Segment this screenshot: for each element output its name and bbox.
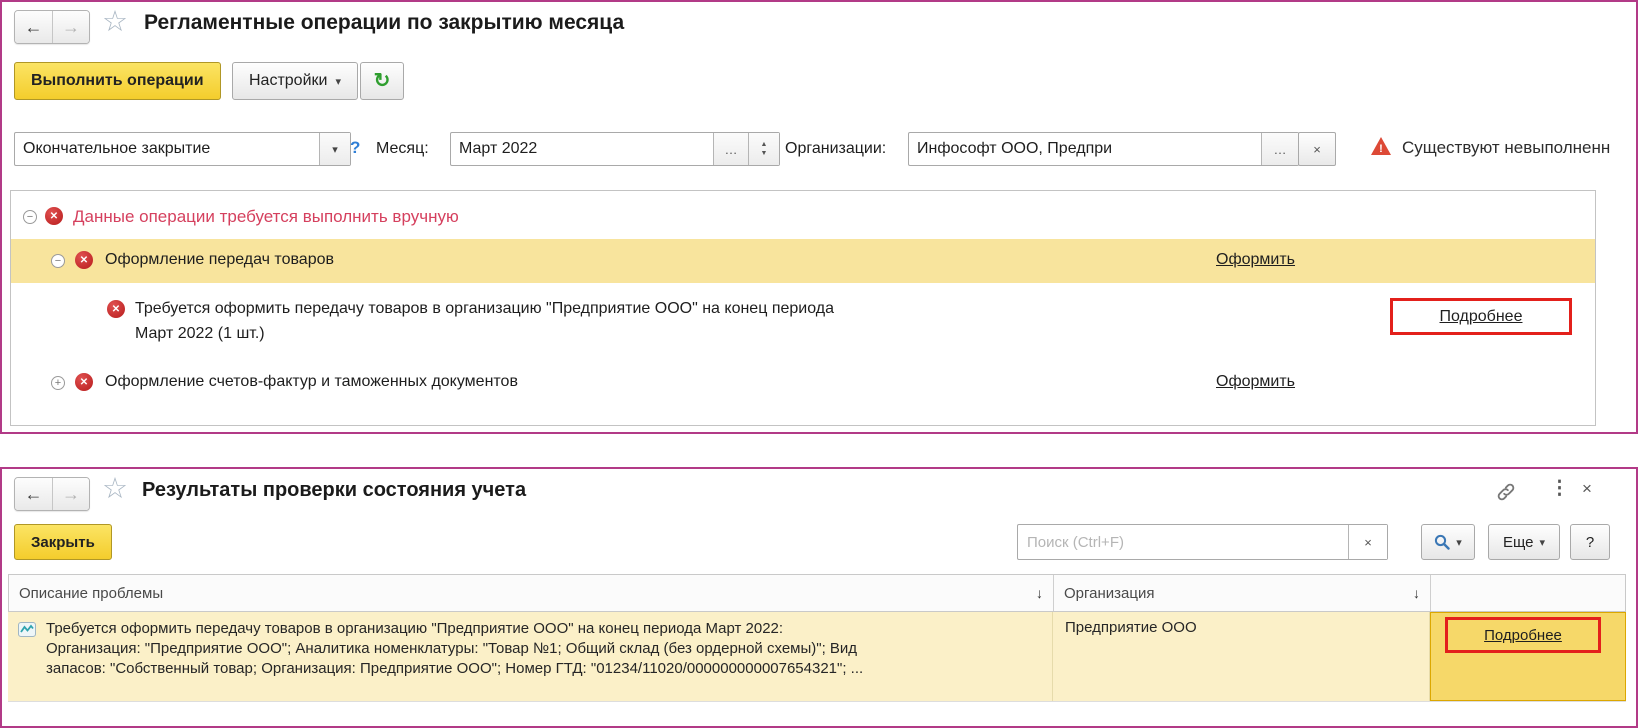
tree-row-transfer-label: Оформление передач товаров [105,251,334,269]
more-actions-button[interactable]: Еще ▾ [1488,524,1560,560]
forward-button[interactable]: → [52,11,89,43]
run-operations-button[interactable]: Выполнить операции [14,62,221,100]
report-icon [18,622,36,637]
search-clear-button[interactable]: × [1348,525,1387,559]
clear-x-icon: × [1313,142,1321,157]
back-button[interactable]: ← [15,478,52,510]
description-line3: запасов: "Собственный товар; Организация… [46,659,1044,679]
back-arrow-icon: ← [25,17,43,38]
window-month-closing: ← → ☆ Регламентные операции по закрытию … [0,0,1638,434]
tree-group-row[interactable]: − ✕ Данные операции требуется выполнить … [11,199,1595,235]
favorite-star-icon[interactable]: ☆ [102,475,128,504]
favorite-star-icon[interactable]: ☆ [102,8,128,37]
chevron-down-icon: ▾ [335,75,341,88]
window-title: Результаты проверки состояния учета [142,479,526,502]
search-button[interactable]: ▾ [1421,524,1475,560]
detail-text-line1: Требуется оформить передачу товаров в ор… [135,296,834,321]
closing-type-select[interactable]: Окончательное закрытие ▾ [14,132,351,166]
search-input[interactable] [1018,525,1348,559]
collapse-icon[interactable]: − [51,254,65,268]
settings-button-label: Настройки [249,72,327,90]
ellipsis-icon: … [725,142,738,157]
closing-type-value: Окончательное закрытие [15,133,319,165]
chevron-down-icon: ▾ [1540,536,1546,549]
search-field-group: × [1017,524,1388,560]
collapse-icon[interactable]: − [23,210,37,224]
month-label: Месяц: [376,140,429,158]
table-row[interactable]: Требуется оформить передачу товаров в ор… [8,612,1626,702]
description-line2: Организация: "Предприятие ООО"; Аналитик… [46,639,1044,659]
sort-down-icon[interactable]: ↓ [1413,585,1420,601]
search-icon [1434,534,1450,550]
spin-up-icon[interactable]: ▲ [761,141,768,148]
warning-text: Существуют невыполненн [1402,138,1610,158]
settings-button[interactable]: Настройки ▾ [232,62,358,100]
close-button[interactable]: Закрыть [14,524,112,560]
error-icon: ✕ [75,373,93,391]
column-header-actions [1431,575,1625,611]
annotation-red-box: Подробнее [1390,298,1572,335]
tree-group-label: Данные операции требуется выполнить вруч… [73,207,459,227]
execute-link[interactable]: Оформить [1216,251,1295,269]
organizations-label: Организации: [785,140,886,158]
organizations-clear-button[interactable]: × [1298,132,1336,166]
cell-details-selected[interactable]: Подробнее [1430,612,1626,701]
organizations-input[interactable]: Инфософт ООО, Предпри [909,133,1261,165]
nav-history-group: ← → [14,477,90,511]
expand-icon[interactable]: + [51,376,65,390]
chevron-down-icon[interactable]: ▾ [319,133,350,165]
window-title: Регламентные операции по закрытию месяца [144,11,624,35]
sort-down-icon[interactable]: ↓ [1036,585,1043,601]
more-menu-icon[interactable]: ⋮ [1550,479,1569,498]
forward-arrow-icon: → [62,484,80,505]
back-button[interactable]: ← [15,11,52,43]
forward-arrow-icon: → [62,17,80,38]
execute-link[interactable]: Оформить [1216,373,1295,391]
warning-triangle-icon: ! [1370,136,1392,156]
ellipsis-icon: … [1274,142,1287,157]
error-icon: ✕ [107,300,125,318]
details-link[interactable]: Подробнее [1484,627,1562,644]
column-header-organization[interactable]: Организация ↓ [1054,575,1431,611]
help-icon[interactable]: ? [350,138,360,158]
month-spinner: ▲ ▼ [748,133,779,165]
screenshot-root: ← → ☆ Регламентные операции по закрытию … [0,0,1638,728]
window-check-results: ← → ☆ Результаты проверки состояния учет… [0,467,1638,728]
nav-history-group: ← → [14,10,90,44]
error-icon: ✕ [75,251,93,269]
close-icon[interactable]: × [1582,480,1592,497]
tree-row-detail[interactable]: ✕ Требуется оформить передачу товаров в … [11,291,1595,357]
refresh-button[interactable]: ↻ [360,62,404,100]
operations-tree: − ✕ Данные операции требуется выполнить … [10,190,1596,426]
annotation-red-box: Подробнее [1445,617,1601,653]
question-icon: ? [1586,534,1594,551]
details-link[interactable]: Подробнее [1440,308,1523,326]
description-line1: Требуется оформить передачу товаров в ор… [46,619,1044,639]
chevron-down-icon: ▾ [1456,536,1462,549]
tree-row-invoices[interactable]: + ✕ Оформление счетов-фактур и таможенны… [11,365,1595,403]
month-field: Март 2022 … ▲ ▼ [450,132,780,166]
organizations-picker-button[interactable]: … [1261,133,1298,165]
forward-button[interactable]: → [52,478,89,510]
cell-organization[interactable]: Предприятие ООО [1053,612,1430,701]
help-button[interactable]: ? [1570,524,1610,560]
table-header: Описание проблемы ↓ Организация ↓ [8,574,1626,612]
cell-description[interactable]: Требуется оформить передачу товаров в ор… [8,612,1053,701]
more-button-label: Еще [1503,534,1534,551]
get-link-icon[interactable] [1495,481,1517,503]
month-picker-button[interactable]: … [713,133,748,165]
error-icon: ✕ [45,207,63,225]
refresh-icon: ↻ [374,71,391,91]
back-arrow-icon: ← [25,484,43,505]
tree-row-invoices-label: Оформление счетов-фактур и таможенных до… [105,373,518,391]
column-header-description[interactable]: Описание проблемы ↓ [9,575,1054,611]
svg-text:!: ! [1379,143,1383,155]
clear-x-icon: × [1364,535,1372,550]
spin-down-icon[interactable]: ▼ [761,150,768,157]
tree-row-transfer[interactable]: − ✕ Оформление передач товаров Оформить [11,239,1595,283]
month-input[interactable]: Март 2022 [451,133,713,165]
organizations-field: Инфософт ООО, Предпри … [908,132,1299,166]
detail-text-line2: Март 2022 (1 шт.) [135,321,834,346]
